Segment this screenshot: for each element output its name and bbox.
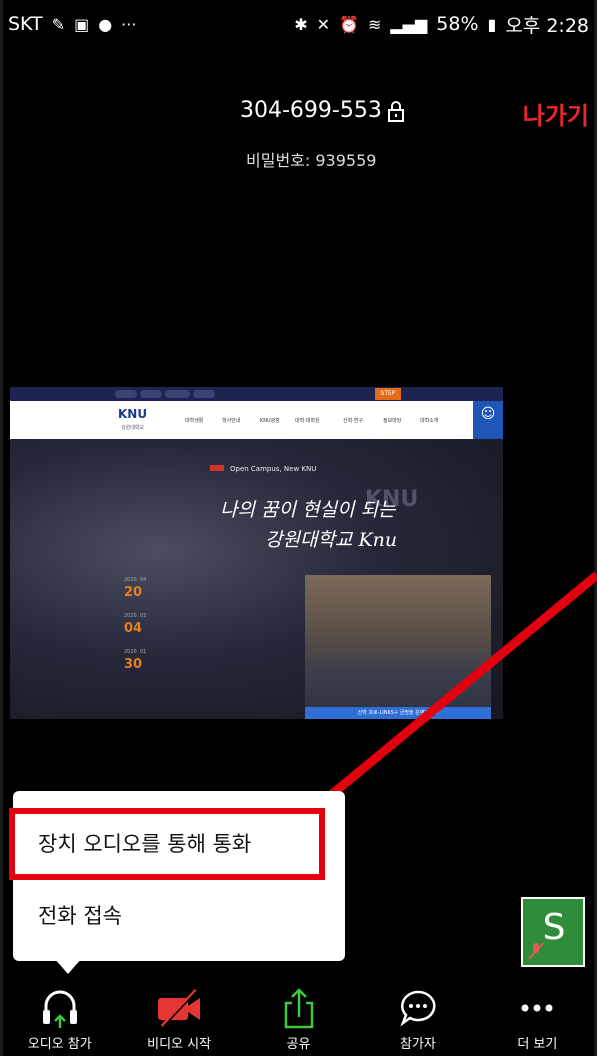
more-icon: ··· xyxy=(121,14,137,34)
join-audio-label: 오디오 참가 xyxy=(27,1037,92,1052)
user-icon: ☺ xyxy=(480,406,496,422)
participants-label: 참가자 xyxy=(399,1037,436,1052)
status-bar: SKT ✎ ▣ ● ··· ✱ ✕ ⏰ ≋ ▂▄▆ 58% ▮ 오후 2:28 xyxy=(0,0,597,48)
lock-icon xyxy=(387,100,404,122)
site-news-photo xyxy=(305,575,491,719)
clock: 오후 2:28 xyxy=(505,14,589,37)
site-date-small: 2020. 02 xyxy=(124,613,147,619)
site-badge xyxy=(210,465,224,471)
meeting-password: 비밀번호: 939559 xyxy=(246,151,377,170)
site-date-day: 04 xyxy=(124,621,143,636)
site-menu-item: 산학·연구 xyxy=(343,418,363,424)
site-topbar: STEP xyxy=(10,387,503,401)
share-label: 공유 xyxy=(286,1037,311,1052)
site-nav: KNU 강원대학교 대학생활 학사안내 KNU광장 대학·대학원 산학·연구 정… xyxy=(10,401,503,439)
meeting-id: 304-699-553 xyxy=(240,98,406,123)
site-pill xyxy=(140,390,162,398)
site-menu-item: 대학소개 xyxy=(420,418,439,424)
dial-in-option[interactable]: 전화 접속 xyxy=(38,900,122,930)
site-slogan-2: 강원대학교 Knu xyxy=(265,529,398,551)
headphones-icon xyxy=(42,990,77,1028)
site-date-small: 2020. 04 xyxy=(124,577,147,583)
site-open-campus: Open Campus, New KNU xyxy=(230,465,317,473)
meeting-id-text: 304-699-553 xyxy=(240,98,382,123)
site-menu-item: 학사안내 xyxy=(222,418,241,424)
site-menu-item: KNU광장 xyxy=(260,418,280,424)
site-pill xyxy=(115,390,137,398)
site-date-day: 20 xyxy=(124,585,143,600)
participants-button[interactable]: 참가자 xyxy=(358,985,477,1056)
self-video-thumbnail[interactable]: S xyxy=(521,897,585,967)
status-left: SKT ✎ ▣ ● ··· xyxy=(8,13,136,35)
site-photo-caption: 산학 프로-LINKS+ 금명을 운영하면... xyxy=(305,707,491,719)
signal-icon: ▂▄▆ xyxy=(390,14,428,34)
site-logo: KNU xyxy=(118,407,148,421)
alarm-icon: ⏰ xyxy=(339,14,359,34)
more-dots-icon xyxy=(521,1004,553,1012)
mute-icon: ✕ xyxy=(316,14,331,34)
carrier-label: SKT xyxy=(8,13,43,35)
site-orange-button: STEP xyxy=(375,388,401,400)
start-video-button[interactable]: 비디오 시작 xyxy=(119,985,238,1056)
share-button[interactable]: 공유 xyxy=(239,985,358,1056)
status-right: ✱ ✕ ⏰ ≋ ▂▄▆ 58% ▮ 오후 2:28 xyxy=(294,11,589,38)
shared-screen[interactable]: STEP KNU 강원대학교 대학생활 학사안내 KNU광장 대학·대학원 산학… xyxy=(10,387,503,719)
site-date-day: 30 xyxy=(124,657,143,672)
popup-pointer xyxy=(54,958,82,974)
site-pill xyxy=(193,390,215,398)
site-menu-item: 대학생활 xyxy=(185,418,204,424)
site-pill xyxy=(165,390,190,398)
mic-muted-icon xyxy=(527,941,545,966)
start-video-label: 비디오 시작 xyxy=(147,1037,212,1052)
site-user-button: ☺ xyxy=(473,401,503,439)
annotation-highlight-box xyxy=(9,808,325,880)
video-off-icon xyxy=(158,988,201,1028)
battery-percent: 58% xyxy=(436,13,479,35)
meeting-toolbar: 오디오 참가 비디오 시작 공유 참가자 더 보기 xyxy=(0,985,597,1056)
site-menu-item: 정보마당 xyxy=(383,418,402,424)
leave-button[interactable]: 나가기 xyxy=(523,96,589,131)
battery-icon: ▮ xyxy=(487,14,497,34)
chat-icon: ● xyxy=(98,14,113,34)
wifi-icon: ≋ xyxy=(367,14,382,34)
site-logo-sub: 강원대학교 xyxy=(121,425,145,431)
site-date-small: 2020. 01 xyxy=(124,649,147,655)
chat-bubble-icon xyxy=(400,990,436,1027)
image-icon: ▣ xyxy=(74,14,90,34)
more-button[interactable]: 더 보기 xyxy=(478,985,597,1056)
pencil-icon: ✎ xyxy=(51,14,66,34)
site-slogan-1: 나의 꿈이 현실이 되는 xyxy=(220,499,396,521)
share-icon xyxy=(284,988,313,1029)
join-audio-button[interactable]: 오디오 참가 xyxy=(0,985,119,1056)
site-menu-item: 대학·대학원 xyxy=(295,418,320,424)
more-label: 더 보기 xyxy=(517,1037,558,1052)
bluetooth-icon: ✱ xyxy=(294,14,308,34)
